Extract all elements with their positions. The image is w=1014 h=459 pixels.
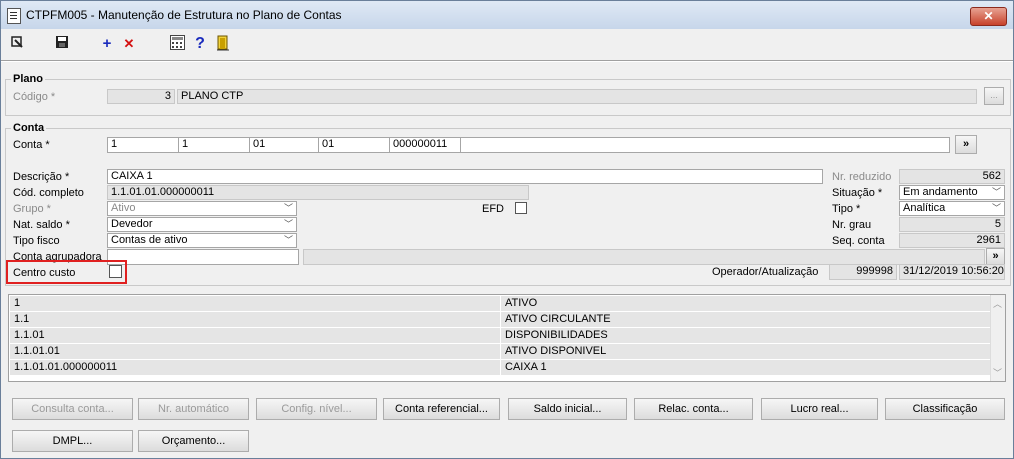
descricao-label: Descrição * <box>13 171 70 183</box>
nat-saldo-select[interactable]: Devedor ﹀ <box>107 217 297 232</box>
table-row[interactable]: 1.1.01.01 ATIVO DISPONIVEL <box>10 344 991 360</box>
efd-checkbox[interactable] <box>515 202 527 214</box>
tipo-fisco-select[interactable]: Contas de ativo ﹀ <box>107 233 297 248</box>
situacao-value: Em andamento <box>903 186 978 198</box>
grid-cell-name: ATIVO CIRCULANTE <box>501 312 991 327</box>
chevron-down-icon: ﹀ <box>992 203 1002 213</box>
nr-reduzido-label: Nr. reduzido <box>832 171 892 183</box>
save-icon[interactable] <box>53 35 71 53</box>
conta-agrupadora-input[interactable] <box>107 249 299 265</box>
tipo-label: Tipo * <box>832 203 861 215</box>
relac-conta-button[interactable]: Relac. conta... <box>634 398 753 420</box>
scroll-down-icon[interactable]: ﹀ <box>993 366 1002 379</box>
orcamento-button[interactable]: Orçamento... <box>138 430 249 452</box>
main-window: CTPFM005 - Manutenção de Estrutura no Pl… <box>0 0 1014 459</box>
conta-group-title: Conta <box>11 122 47 134</box>
operador-field: 999998 <box>829 264 897 280</box>
plano-group-title: Plano <box>11 73 45 85</box>
tipo-select[interactable]: Analítica ﹀ <box>899 201 1005 216</box>
conta-segment-5[interactable]: 000000011 <box>389 137 461 153</box>
centro-custo-label: Centro custo <box>13 267 76 279</box>
chevron-down-icon: ﹀ <box>992 187 1002 197</box>
grid-cell-name: ATIVO DISPONIVEL <box>501 344 991 359</box>
conta-agrupadora-desc <box>303 249 985 265</box>
close-button[interactable]: ✕ <box>970 7 1007 26</box>
help-icon[interactable]: ? <box>191 35 209 53</box>
window-title: CTPFM005 - Manutenção de Estrutura no Pl… <box>26 8 342 22</box>
grid-cell-code: 1 <box>10 296 501 311</box>
table-row[interactable]: 1.1 ATIVO CIRCULANTE <box>10 312 991 328</box>
tipo-value: Analítica <box>903 202 946 214</box>
plano-lookup-button[interactable]: ... <box>984 87 1004 105</box>
nr-reduzido-field: 562 <box>899 169 1005 184</box>
atualizacao-field: 31/12/2019 10:56:20 <box>899 264 1005 280</box>
grid-cell-code: 1.1 <box>10 312 501 327</box>
plano-codigo-field: 3 <box>107 89 175 104</box>
delete-icon[interactable]: ✕ <box>120 35 138 53</box>
chevron-down-icon: ﹀ <box>284 235 294 245</box>
saldo-inicial-button[interactable]: Saldo inicial... <box>508 398 627 420</box>
descricao-input[interactable]: CAIXA 1 <box>107 169 823 184</box>
grupo-select[interactable]: Ativo ﹀ <box>107 201 297 216</box>
toolbar: + ✕ ? <box>1 30 1013 58</box>
efd-label: EFD <box>482 203 504 215</box>
consulta-conta-button[interactable]: Consulta conta... <box>12 398 133 420</box>
grid-cell-code: 1.1.01.01.000000011 <box>10 360 501 375</box>
add-icon[interactable]: + <box>98 35 116 53</box>
grupo-label: Grupo * <box>13 203 51 215</box>
conta-segment-4[interactable]: 01 <box>318 137 390 153</box>
seq-conta-field: 2961 <box>899 233 1005 248</box>
classificacao-button[interactable]: Classificação <box>885 398 1005 420</box>
document-icon <box>7 8 21 24</box>
table-row[interactable]: 1 ATIVO <box>10 296 991 312</box>
grid-scrollbar[interactable]: ︿ ﹀ <box>990 295 1005 381</box>
conta-agrupadora-lookup-button[interactable]: » <box>986 248 1005 265</box>
lucro-real-button[interactable]: Lucro real... <box>761 398 878 420</box>
conta-lookup-button[interactable]: » <box>955 135 977 154</box>
title-bar: CTPFM005 - Manutenção de Estrutura no Pl… <box>1 1 1013 29</box>
exit-icon[interactable] <box>8 35 26 53</box>
conta-hierarchy-grid: 1 ATIVO 1.1 ATIVO CIRCULANTE 1.1.01 DISP… <box>8 294 1006 382</box>
tipo-fisco-value: Contas de ativo <box>111 234 188 246</box>
conta-segment-3[interactable]: 01 <box>249 137 319 153</box>
toolbar-separator <box>1 60 1013 62</box>
nr-grau-field: 5 <box>899 217 1005 232</box>
conta-referencial-button[interactable]: Conta referencial... <box>383 398 500 420</box>
conta-label: Conta * <box>13 139 50 151</box>
scroll-up-icon[interactable]: ︿ <box>993 297 1002 310</box>
tipo-fisco-label: Tipo fisco <box>13 235 60 247</box>
situacao-label: Situação * <box>832 187 883 199</box>
grupo-value: Ativo <box>111 202 136 214</box>
grid-cell-name: ATIVO <box>501 296 991 311</box>
centro-custo-checkbox[interactable] <box>109 265 122 278</box>
grid-cell-name: DISPONIBILIDADES <box>501 328 991 343</box>
operador-label: Operador/Atualização <box>712 266 819 278</box>
conta-segment-1[interactable]: 1 <box>107 137 179 153</box>
calculator-icon[interactable] <box>168 35 186 53</box>
cod-completo-field: 1.1.01.01.000000011 <box>107 185 529 200</box>
codigo-label: Código * <box>13 91 56 103</box>
chevron-down-icon: ﹀ <box>284 203 294 213</box>
plano-nome-field: PLANO CTP <box>177 89 977 104</box>
table-row[interactable]: 1.1.01.01.000000011 CAIXA 1 <box>10 360 991 376</box>
grid-cell-name: CAIXA 1 <box>501 360 991 375</box>
conta-description-extra <box>460 137 950 153</box>
grid-cell-code: 1.1.01 <box>10 328 501 343</box>
seq-conta-label: Seq. conta <box>832 235 885 247</box>
table-row[interactable]: 1.1.01 DISPONIBILIDADES <box>10 328 991 344</box>
cod-completo-label: Cód. completo <box>13 187 84 199</box>
nr-grau-label: Nr. grau <box>832 219 872 231</box>
config-nivel-button[interactable]: Config. nível... <box>256 398 377 420</box>
nr-automatico-button[interactable]: Nr. automático <box>138 398 249 420</box>
nat-saldo-label: Nat. saldo * <box>13 219 70 231</box>
chevron-down-icon: ﹀ <box>284 219 294 229</box>
door-exit-icon[interactable] <box>214 35 232 53</box>
nat-saldo-value: Devedor <box>111 218 153 230</box>
grid-cell-code: 1.1.01.01 <box>10 344 501 359</box>
situacao-select[interactable]: Em andamento ﹀ <box>899 185 1005 200</box>
dmpl-button[interactable]: DMPL... <box>12 430 133 452</box>
conta-segment-2[interactable]: 1 <box>178 137 250 153</box>
